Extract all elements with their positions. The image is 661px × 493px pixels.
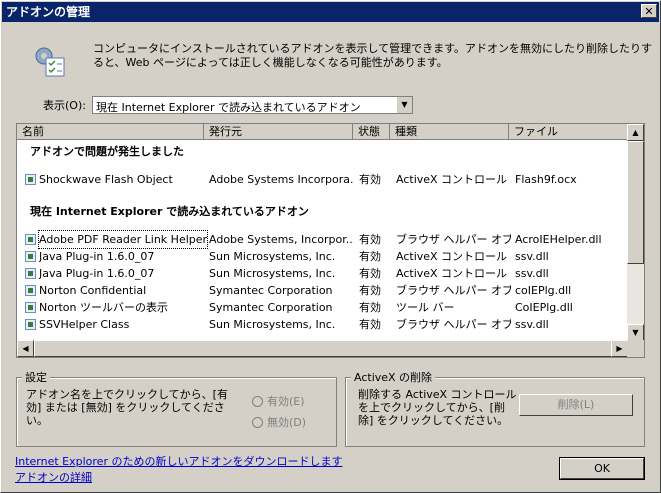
disable-radio[interactable]: 無効(D): [252, 416, 306, 429]
show-label: 表示(O):: [43, 99, 86, 112]
scroll-right-button[interactable]: ▶: [611, 340, 628, 357]
add-on-icon: [25, 251, 36, 262]
cell-publisher: Sun Microsystems, Inc.: [209, 250, 336, 263]
cell-name: Java Plug-in 1.6.0_07: [39, 267, 155, 280]
cell-name: Shockwave Flash Object: [39, 173, 173, 186]
add-on-icon: [25, 174, 36, 185]
table-row[interactable]: Java Plug-in 1.6.0_07 Sun Microsystems, I…: [17, 265, 628, 282]
cell-name: Norton ツールバーの表示: [39, 301, 168, 314]
cell-name: Java Plug-in 1.6.0_07: [39, 250, 155, 263]
close-button[interactable]: ✕: [641, 4, 657, 18]
window-title: アドオンの管理: [6, 5, 91, 19]
cell-file: CoIEPlg.dll: [515, 301, 573, 314]
cell-type: ブラウザ ヘルパー オブ...: [396, 233, 511, 246]
enable-radio-label: 有効(E): [267, 395, 305, 408]
cell-publisher: Adobe Systems, Incorpor...: [209, 233, 354, 246]
scroll-down-button[interactable]: ▼: [627, 324, 644, 341]
scrollbar-corner: [627, 340, 644, 357]
add-on-manager-window: アドオンの管理 ✕ コンピュータにインストールされているアドオンを表示して管理で…: [0, 0, 661, 493]
chevron-down-icon[interactable]: ▼: [396, 97, 412, 113]
horizontal-scrollbar[interactable]: ◀ ▶: [17, 340, 628, 357]
cell-status: 有効: [359, 250, 381, 263]
cell-type: ブラウザ ヘルパー オブ...: [396, 318, 511, 331]
delete-button[interactable]: 削除(L): [519, 394, 633, 416]
add-on-icon: [25, 268, 36, 279]
cell-publisher: Symantec Corporation: [209, 284, 333, 297]
cell-file: coIEPlg.dll: [515, 284, 572, 297]
cell-status: 有効: [359, 318, 381, 331]
add-on-details-link[interactable]: アドオンの詳細: [15, 469, 92, 485]
cell-name: SSVHelper Class: [39, 318, 130, 331]
show-dropdown-value: 現在 Internet Explorer で読み込まれているアドオン: [96, 101, 361, 114]
cell-type: ActiveX コントロール: [396, 250, 508, 263]
list-header: 名前 発行元 状態 種類 ファイル: [17, 124, 628, 140]
vertical-scrollbar[interactable]: ▲ ▼: [627, 124, 644, 341]
cell-publisher: Adobe Systems Incorpora...: [209, 173, 354, 186]
add-on-icon: [25, 302, 36, 313]
cell-publisher: Sun Microsystems, Inc.: [209, 318, 336, 331]
cell-file: Flash9f.ocx: [515, 173, 577, 186]
column-header-file[interactable]: ファイル: [509, 124, 628, 140]
add-on-list[interactable]: 名前 発行元 状態 種類 ファイル アドオンで問題が発生しました Shockwav…: [16, 123, 645, 358]
disable-radio-label: 無効(D): [267, 416, 307, 429]
vertical-scroll-thumb[interactable]: [627, 141, 644, 264]
cell-status: 有効: [359, 173, 381, 186]
scroll-left-button[interactable]: ◀: [17, 340, 34, 357]
cell-file: AcroIEHelper.dll: [515, 233, 602, 246]
show-dropdown[interactable]: 現在 Internet Explorer で読み込まれているアドオン ▼: [92, 96, 413, 114]
table-row[interactable]: Java Plug-in 1.6.0_07 Sun Microsystems, I…: [17, 248, 628, 265]
enable-radio[interactable]: 有効(E): [252, 395, 305, 408]
cell-type: ActiveX コントロール: [396, 267, 508, 280]
radio-circle-icon: [252, 417, 263, 428]
intro-text: コンピュータにインストールされているアドオンを表示して管理できます。アドオンを無…: [93, 42, 653, 69]
table-row[interactable]: Norton ツールバーの表示 Symantec Corporation 有効 ツール…: [17, 299, 628, 316]
group-header: 現在 Internet Explorer で読み込まれているアドオン: [30, 205, 309, 218]
download-add-ons-link[interactable]: Internet Explorer のための新しいアドオンをダウンロードします: [15, 453, 342, 469]
title-bar[interactable]: アドオンの管理 ✕: [2, 2, 659, 22]
scroll-up-button[interactable]: ▲: [627, 124, 644, 141]
table-row[interactable]: Norton Confidential Symantec Corporation 有…: [17, 282, 628, 299]
cell-status: 有効: [359, 301, 381, 314]
cell-publisher: Sun Microsystems, Inc.: [209, 267, 336, 280]
cell-name: Norton Confidential: [39, 284, 147, 297]
add-on-icon: [25, 285, 36, 296]
cell-status: 有効: [359, 233, 381, 246]
cell-type: ActiveX コントロール: [396, 173, 508, 186]
add-on-settings-icon: [35, 47, 65, 77]
radio-circle-icon: [252, 396, 263, 407]
settings-text: アドオン名を上でクリックしてから、[有効] または [無効] をクリックしてくだ…: [26, 388, 228, 427]
table-row[interactable]: Shockwave Flash Object Adobe Systems Inco…: [17, 171, 628, 188]
cell-status: 有効: [359, 267, 381, 280]
cell-publisher: Symantec Corporation: [209, 301, 333, 314]
column-header-type[interactable]: 種類: [390, 124, 509, 140]
settings-legend: 設定: [22, 371, 50, 384]
table-row[interactable]: SSVHelper Class Sun Microsystems, Inc. 有効 ブ…: [17, 316, 628, 333]
ok-button[interactable]: OK: [559, 457, 645, 480]
activex-text: 削除する ActiveX コントロールを上でクリックしてから、[削除] をクリッ…: [358, 388, 517, 427]
column-header-status[interactable]: 状態: [353, 124, 390, 140]
horizontal-scroll-thumb[interactable]: [34, 340, 612, 357]
add-on-icon: [25, 319, 36, 330]
cell-file: ssv.dll: [515, 250, 549, 263]
cell-status: 有効: [359, 284, 381, 297]
cell-type: ブラウザ ヘルパー オブ...: [396, 284, 511, 297]
cell-type: ツール バー: [396, 301, 455, 314]
group-header: アドオンで問題が発生しました: [30, 145, 184, 158]
cell-name: Adobe PDF Reader Link Helper: [37, 230, 209, 249]
cell-file: ssv.dll: [515, 318, 549, 331]
cell-file: ssv.dll: [515, 267, 549, 280]
table-row[interactable]: Adobe PDF Reader Link Helper Adobe System…: [17, 230, 628, 249]
add-on-icon: [25, 234, 36, 245]
column-header-name[interactable]: 名前: [17, 124, 204, 140]
activex-legend: ActiveX の削除: [351, 371, 436, 384]
column-header-publisher[interactable]: 発行元: [204, 124, 353, 140]
